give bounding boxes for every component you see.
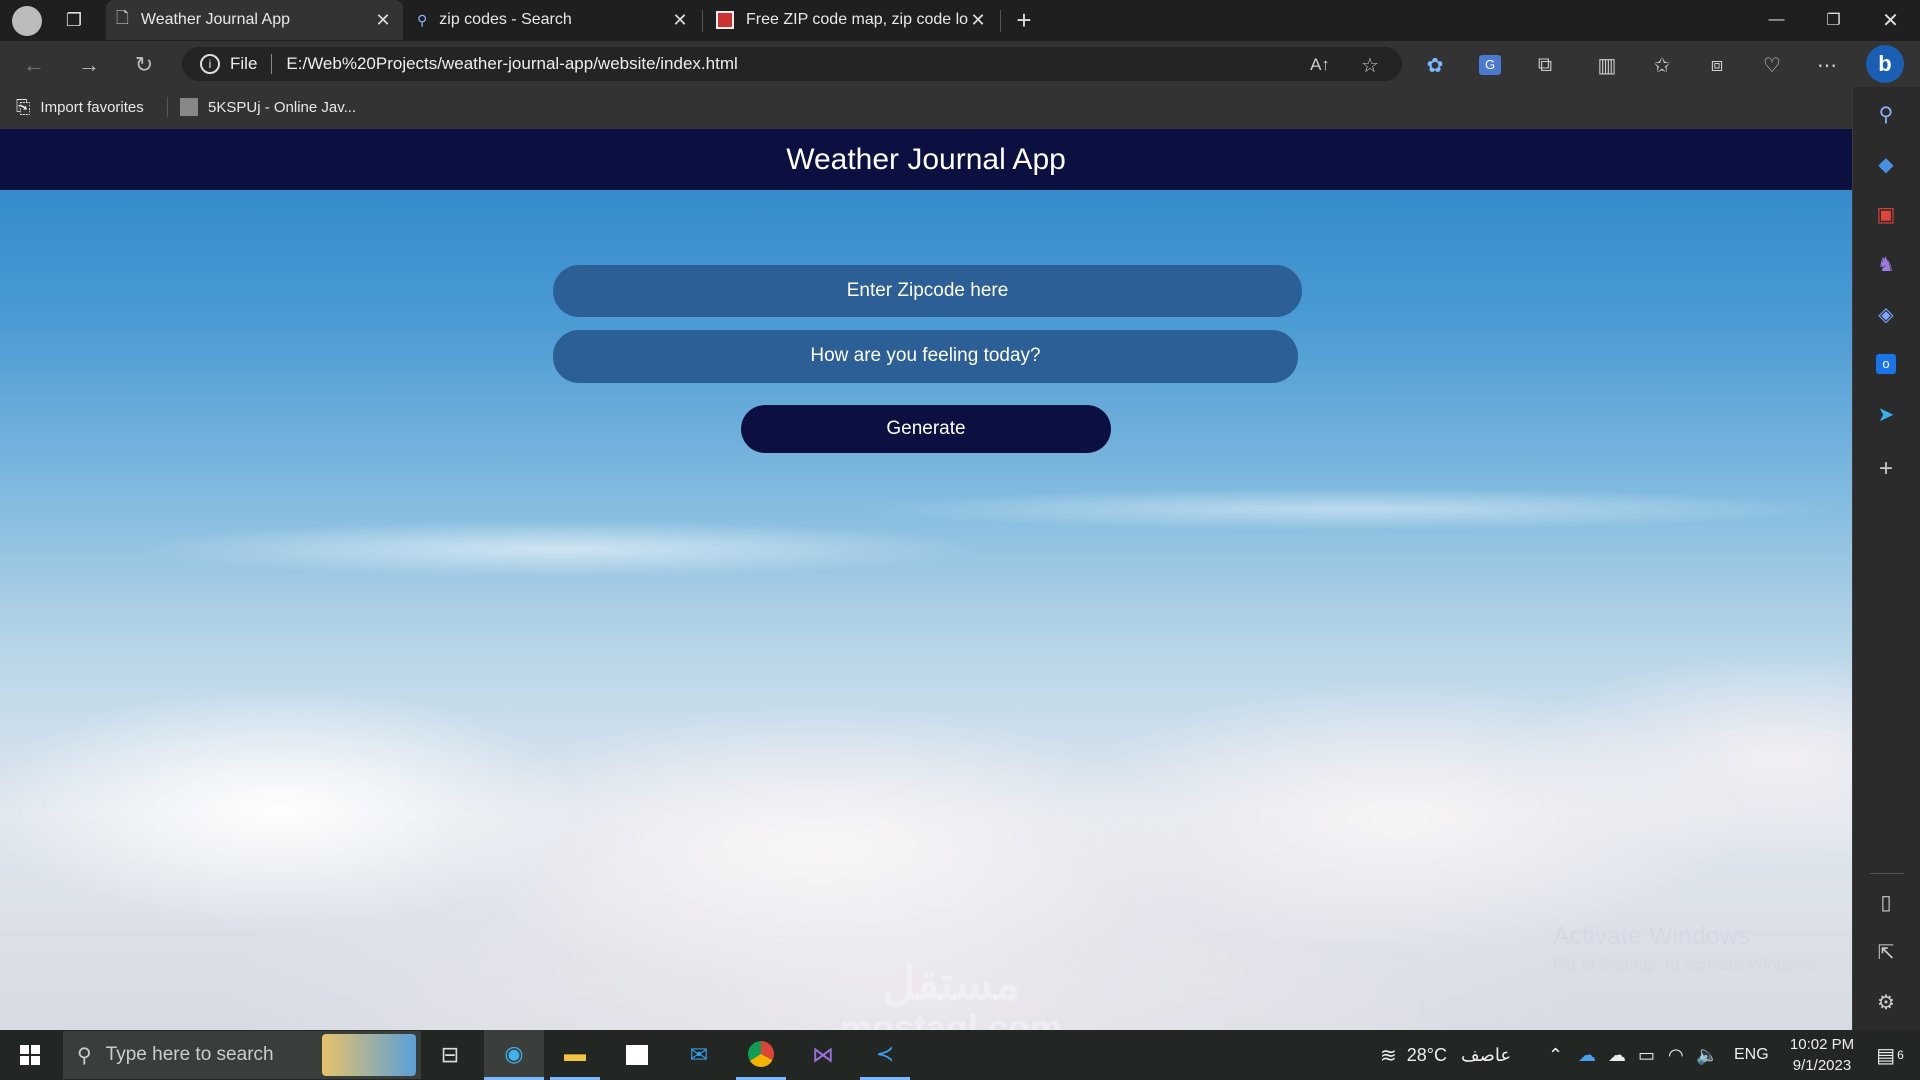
clock-time: 10:02 PM <box>1789 1036 1855 1053</box>
profile-avatar[interactable] <box>12 6 42 36</box>
store-icon[interactable] <box>612 1030 662 1080</box>
taskbar-search-placeholder: Type here to search <box>105 1044 274 1065</box>
scheme-label: File <box>230 54 258 73</box>
hide-sidebar-icon[interactable]: ▯ <box>1866 882 1906 922</box>
page-title: Weather Journal App <box>786 142 1066 176</box>
zipcode-input[interactable] <box>553 265 1302 317</box>
import-icon: ⎘ <box>16 96 31 117</box>
favorite-star-icon[interactable]: ☆ <box>1352 47 1388 83</box>
tab-actions-icon[interactable]: ❐ <box>62 8 86 32</box>
url-text[interactable]: E:/Web%20Projects/weather-journal-app/we… <box>286 54 737 74</box>
back-icon[interactable]: ← <box>16 47 52 83</box>
clock[interactable]: 10:02 PM 9/1/2023 <box>1772 1034 1872 1076</box>
favorite-label: 5KSPUj - Online Jav... <box>208 98 357 116</box>
page-icon: 🗋 <box>116 9 129 27</box>
cloud-sync-icon[interactable]: ☁ <box>1608 1030 1626 1080</box>
start-icon[interactable] <box>0 1030 60 1080</box>
feelings-input[interactable] <box>553 330 1298 383</box>
restore-icon[interactable]: ❐ <box>1805 0 1862 40</box>
edge-taskbar-icon[interactable]: ◉ <box>484 1030 544 1080</box>
tab-zip-codes-search[interactable]: ⚲ zip codes - Search ✕ <box>407 0 700 40</box>
clock-date: 9/1/2023 <box>1792 1057 1852 1074</box>
tab-title: Weather Journal App <box>140 11 291 28</box>
tools-icon[interactable]: ▣ <box>1866 194 1906 234</box>
weather-temp: 28°C <box>1406 1044 1447 1065</box>
site-favicon <box>716 11 734 29</box>
new-tab-button[interactable]: + <box>1008 4 1040 36</box>
close-tab-icon[interactable]: ✕ <box>968 10 988 31</box>
sidebar-settings-icon[interactable]: ⚙ <box>1866 982 1906 1022</box>
bing-copilot-icon[interactable]: b <box>1866 45 1904 83</box>
file-explorer-icon[interactable]: ▬ <box>550 1030 600 1080</box>
tab-free-zip-map[interactable]: Free ZIP code map, zip code look ✕ <box>706 0 998 40</box>
address-divider <box>271 54 273 74</box>
tab-title: Free ZIP code map, zip code look <box>746 11 968 28</box>
refresh-icon[interactable]: ↻ <box>126 47 162 83</box>
tab-weather-journal[interactable]: 🗋 Weather Journal App ✕ <box>106 0 403 40</box>
info-icon[interactable]: i <box>200 54 220 74</box>
read-aloud-icon[interactable]: A↑ <box>1302 47 1338 83</box>
search-highlight-illustration <box>322 1034 416 1076</box>
tab-title: zip codes - Search <box>439 11 572 28</box>
outlook-icon[interactable]: o <box>1866 344 1906 384</box>
activate-windows-notice: Activate Windows Go to Settings to activ… <box>1553 922 1821 975</box>
address-bar[interactable]: i File E:/Web%20Projects/weather-journal… <box>182 47 1402 81</box>
extensions-puzzle-icon[interactable]: ⧉ <box>1527 47 1563 83</box>
favorite-online-java[interactable]: 5KSPUj - Online Jav... <box>180 93 356 121</box>
extension-icon[interactable]: ✿ <box>1417 47 1453 83</box>
favorite-label: Import favorites <box>40 98 144 116</box>
mail-icon[interactable]: ✉ <box>674 1030 724 1080</box>
minimize-icon[interactable]: — <box>1748 0 1805 40</box>
search-icon: ⚲ <box>77 1044 92 1067</box>
close-tab-icon[interactable]: ✕ <box>373 10 393 31</box>
wind-icon: ≋ <box>1380 1044 1397 1067</box>
tab-separator <box>702 10 703 32</box>
favorites-divider <box>167 97 168 117</box>
copilot-icon[interactable]: ◈ <box>1866 294 1906 334</box>
volume-icon[interactable]: 🔈 <box>1696 1030 1718 1080</box>
app-header: Weather Journal App <box>0 129 1852 190</box>
send-icon[interactable]: ➤ <box>1866 394 1906 434</box>
watermark-arabic: مستقل <box>882 957 1020 1009</box>
add-sidebar-icon[interactable]: + <box>1866 449 1906 489</box>
task-view-icon[interactable]: ⊟ <box>425 1030 475 1080</box>
favorites-icon[interactable]: ✩ <box>1644 47 1680 83</box>
close-window-icon[interactable]: ✕ <box>1862 0 1919 40</box>
translate-icon[interactable]: G <box>1472 47 1508 83</box>
activate-subtitle: Go to Settings to activate Windows. <box>1553 955 1822 974</box>
games-icon[interactable]: ♞ <box>1866 244 1906 284</box>
show-hidden-icons[interactable]: ⌃ <box>1548 1030 1563 1080</box>
favorite-import[interactable]: ⎘ Import favorites <box>16 93 144 121</box>
vscode-icon[interactable]: ≺ <box>860 1030 910 1080</box>
search-icon[interactable]: ⚲ <box>1866 94 1906 134</box>
language-indicator[interactable]: ENG <box>1734 1030 1769 1080</box>
weather-desc: عاصف <box>1460 1044 1512 1065</box>
battery-icon[interactable]: ▭ <box>1638 1030 1655 1080</box>
notification-count: 6 <box>1897 1048 1904 1062</box>
notifications-icon[interactable]: ▤ 6 <box>1870 1030 1910 1080</box>
wifi-icon[interactable]: ◠ <box>1668 1030 1684 1080</box>
shopping-tag-icon[interactable]: ◆ <box>1866 144 1906 184</box>
open-external-icon[interactable]: ⇱ <box>1866 932 1906 972</box>
generate-button[interactable]: Generate <box>741 405 1111 453</box>
more-menu-icon[interactable]: ⋯ <box>1809 47 1845 83</box>
tab-separator <box>1000 10 1001 32</box>
visual-studio-icon[interactable]: ⋈ <box>798 1030 848 1080</box>
sidebar-divider <box>1870 873 1904 874</box>
forward-icon[interactable]: → <box>71 47 107 83</box>
search-icon: ⚲ <box>417 11 428 28</box>
activate-title: Activate Windows <box>1553 922 1751 950</box>
weather-widget[interactable]: ≋ 28°C عاصف <box>1380 1030 1511 1080</box>
chrome-icon[interactable] <box>736 1030 786 1080</box>
close-tab-icon[interactable]: ✕ <box>670 10 690 31</box>
split-screen-icon[interactable]: ▥ <box>1589 47 1625 83</box>
performance-icon[interactable]: ♡ <box>1754 47 1790 83</box>
site-favicon <box>180 98 198 116</box>
onedrive-icon[interactable]: ☁ <box>1578 1030 1596 1080</box>
collections-icon[interactable]: ⧈ <box>1699 47 1735 83</box>
